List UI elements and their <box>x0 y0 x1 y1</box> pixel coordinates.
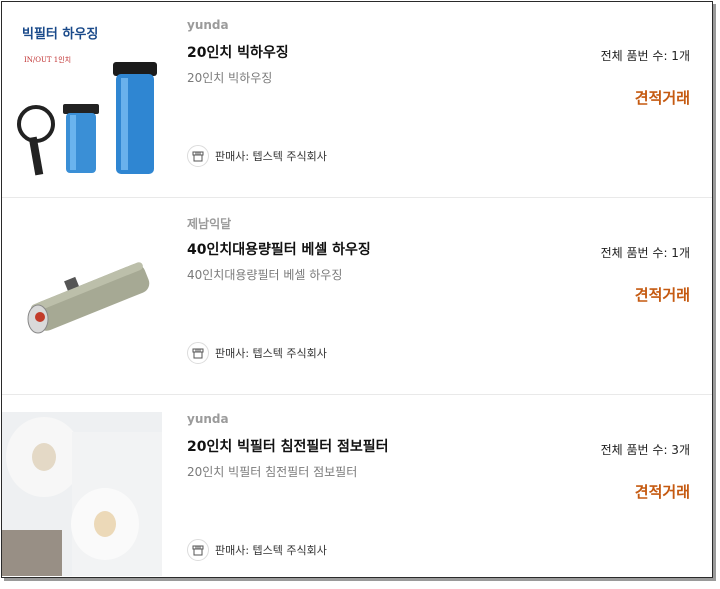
quote-trade-link[interactable]: 견적거래 <box>635 284 690 305</box>
image-caption-2: IN/OUT 1인치 <box>24 55 71 64</box>
list-item[interactable]: 제남익달 40인치대용량필터 베셀 하우징 40인치대용량필터 베셀 하우징 전… <box>2 199 712 395</box>
brand-name: yunda <box>187 18 229 32</box>
list-item[interactable]: 빅필터 하우징 IN/OUT 1인치 yunda 20인치 빅하우징 20인치 … <box>2 2 712 198</box>
image-caption-1: 빅필터 하우징 <box>22 26 98 42</box>
part-count: 전체 품번 수: 3개 <box>600 443 690 457</box>
product-subtitle: 20인치 빅필터 침전필터 점보필터 <box>187 465 358 479</box>
seller-name: 판매사: 텝스텍 주식회사 <box>215 347 327 360</box>
part-count: 전체 품번 수: 1개 <box>600 49 690 63</box>
product-subtitle: 20인치 빅하우징 <box>187 71 273 85</box>
brand-name: 제남익달 <box>187 217 232 231</box>
seller-name: 판매사: 텝스텍 주식회사 <box>215 544 327 557</box>
quote-trade-link[interactable]: 견적거래 <box>635 481 690 502</box>
quote-trade-link[interactable]: 견적거래 <box>635 87 690 108</box>
product-title[interactable]: 40인치대용량필터 베셀 하우징 <box>187 239 371 259</box>
product-image[interactable] <box>16 215 162 375</box>
seller-name: 판매사: 텝스텍 주식회사 <box>215 150 327 163</box>
seller-info[interactable]: 판매사: 텝스텍 주식회사 <box>187 144 327 168</box>
part-count: 전체 품번 수: 1개 <box>600 246 690 260</box>
product-image[interactable] <box>2 412 162 576</box>
list-item[interactable]: yunda 20인치 빅필터 침전필터 점보필터 20인치 빅필터 침전필터 점… <box>2 396 712 577</box>
product-title[interactable]: 20인치 빅하우징 <box>187 42 289 62</box>
product-image[interactable]: 빅필터 하우징 IN/OUT 1인치 <box>16 18 162 178</box>
seller-info[interactable]: 판매사: 텝스텍 주식회사 <box>187 538 327 562</box>
shop-icon <box>187 539 209 561</box>
shop-icon <box>187 145 209 167</box>
shop-icon <box>187 342 209 364</box>
product-title[interactable]: 20인치 빅필터 침전필터 점보필터 <box>187 436 389 456</box>
brand-name: yunda <box>187 412 229 426</box>
product-list: 빅필터 하우징 IN/OUT 1인치 yunda 20인치 빅하우징 20인치 … <box>1 1 713 578</box>
seller-info[interactable]: 판매사: 텝스텍 주식회사 <box>187 341 327 365</box>
product-subtitle: 40인치대용량필터 베셀 하우징 <box>187 268 343 282</box>
